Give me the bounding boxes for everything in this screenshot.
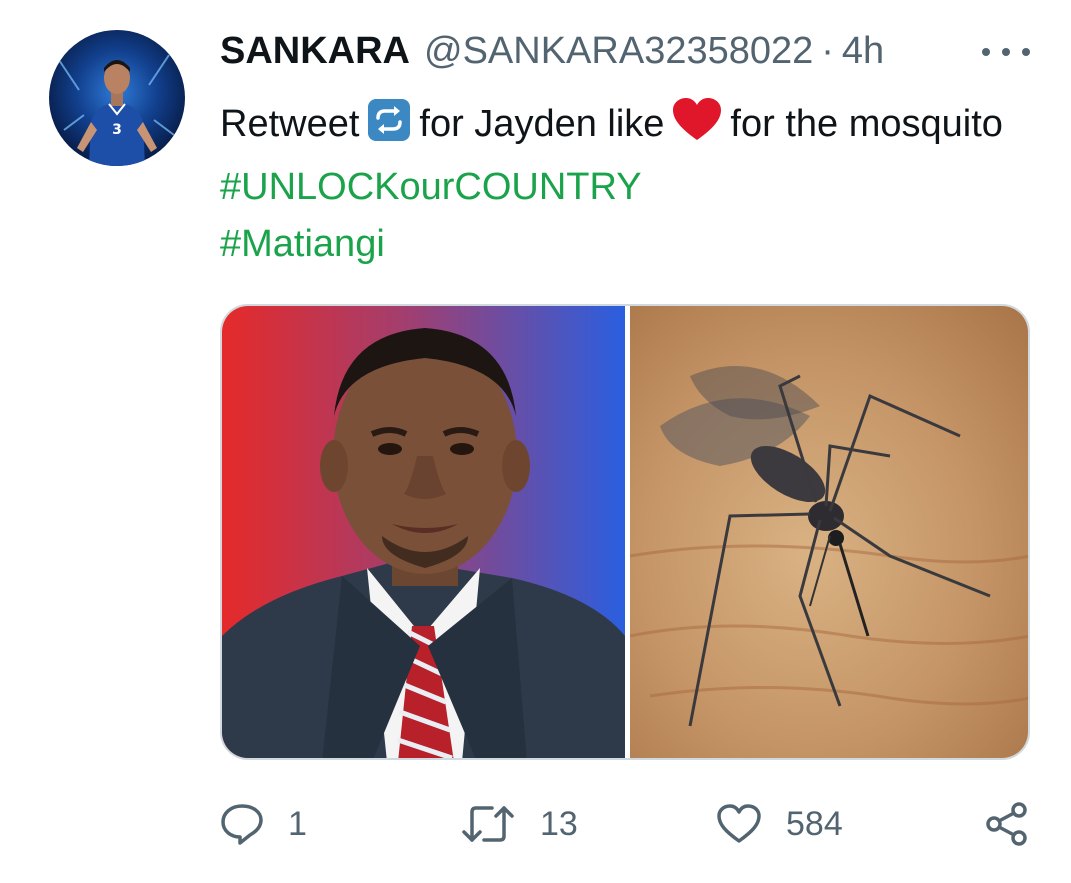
tweet-header: SANKARA @SANKARA32358022 · 4h	[220, 26, 884, 76]
tweet-text-part1: Retweet	[220, 103, 360, 145]
reply-action[interactable]: 1	[220, 796, 307, 852]
retweet-action[interactable]: 13	[460, 796, 578, 852]
hashtag-unlockourcountry[interactable]: #UNLOCKourCOUNTRY	[220, 166, 642, 208]
reply-icon	[221, 804, 263, 845]
avatar-image: 3	[58, 54, 175, 166]
tweet: 3 SANKARA @SANKARA32358022 · 4h Retweet f…	[0, 0, 1071, 883]
media-image-mosquito[interactable]	[630, 306, 1028, 758]
more-dot	[1002, 48, 1010, 56]
repeat-button-emoji-icon	[367, 98, 411, 159]
hashtag-matiangi[interactable]: #Matiangi	[220, 223, 385, 265]
tweet-actions: 1 13 584	[220, 796, 1040, 852]
tweet-text-part2: for Jayden like	[419, 103, 665, 145]
more-dot	[1022, 48, 1030, 56]
reply-count: 1	[288, 804, 307, 843]
svg-text:3: 3	[112, 122, 122, 138]
share-action[interactable]	[984, 796, 1030, 852]
tweet-text: Retweet for Jayden like for the mosquito #…	[220, 96, 1020, 273]
mosquito-illustration	[630, 366, 1028, 727]
red-heart-emoji-icon	[672, 98, 722, 159]
more-options-icon[interactable]	[982, 40, 1030, 64]
more-dot	[982, 48, 990, 56]
retweet-count: 13	[540, 804, 578, 843]
tweet-media[interactable]	[220, 304, 1030, 760]
media-image-portrait[interactable]	[222, 306, 625, 758]
author-display-name[interactable]: SANKARA	[220, 30, 410, 73]
retweet-icon	[462, 806, 514, 842]
like-count: 584	[786, 804, 843, 843]
share-icon	[986, 802, 1027, 846]
tweet-text-part3: for the mosquito	[730, 103, 1003, 145]
avatar[interactable]: 3	[49, 30, 185, 166]
author-handle[interactable]: @SANKARA32358022	[424, 30, 813, 73]
like-action[interactable]: 584	[716, 796, 843, 852]
like-heart-icon	[717, 804, 761, 843]
tweet-timestamp[interactable]: 4h	[842, 30, 884, 73]
portrait-illustration	[222, 328, 625, 758]
header-separator: ·	[821, 29, 834, 72]
